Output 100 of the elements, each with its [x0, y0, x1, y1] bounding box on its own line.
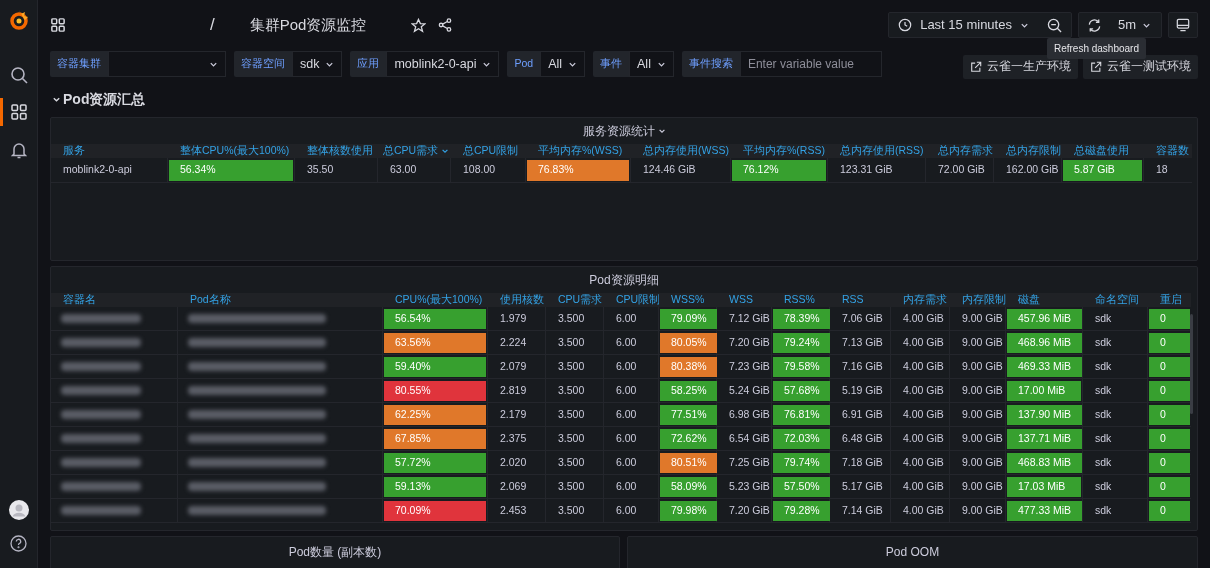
- status-cell: 79.58%: [773, 356, 830, 377]
- external-link-icon: [1090, 61, 1102, 73]
- table-cell-text: 2.224: [500, 334, 527, 350]
- status-cell: 76.12%: [732, 159, 826, 181]
- status-cell: 0: [1149, 476, 1190, 497]
- status-cell: 57.50%: [773, 476, 830, 497]
- sort-icon[interactable]: [441, 147, 450, 155]
- variable-label: Pod: [507, 51, 541, 77]
- table-cell-text: 2.819: [500, 382, 527, 398]
- table-cell-text: sdk: [1095, 334, 1112, 350]
- search-icon[interactable]: [9, 66, 28, 84]
- table-cell-text: 7.06 GiB: [842, 310, 883, 326]
- dashboard-link[interactable]: 云雀一生产环境: [963, 55, 1078, 79]
- status-cell: 5.87 GiB: [1063, 159, 1142, 181]
- table-cell: 35.50: [307, 162, 334, 178]
- status-cell: 67.85%: [384, 428, 486, 449]
- table-cell-text: 9.00 GiB: [962, 454, 1003, 470]
- status-cell: 56.34%: [169, 159, 293, 181]
- status-cell: 80.55%: [384, 380, 486, 401]
- table-cell-text: sdk: [1095, 310, 1112, 326]
- status-cell: 72.03%: [773, 428, 830, 449]
- table-cell-text: 6.00: [616, 430, 637, 446]
- tooltip: Refresh dashboard: [1046, 38, 1146, 59]
- panel-title[interactable]: 服务资源统计: [582, 122, 655, 140]
- zoom-out-icon[interactable]: [1046, 17, 1062, 33]
- status-cell: 70.09%: [384, 500, 486, 521]
- table-cell-text: sdk: [1095, 406, 1112, 422]
- table-cell: moblink2-0-api: [63, 162, 132, 178]
- dashboards-icon[interactable]: [51, 18, 65, 32]
- scrollbar[interactable]: [1190, 314, 1193, 414]
- bell-icon[interactable]: [10, 142, 27, 159]
- table-cell-text: 2.453: [500, 502, 527, 518]
- variable-label: 应用: [350, 51, 387, 77]
- table-cell-text: 7.18 GiB: [842, 454, 883, 470]
- table-cell: 63.00: [390, 162, 417, 178]
- table-cell-text: 5.24 GiB: [729, 382, 770, 398]
- table-cell-text: 6.48 GiB: [842, 430, 883, 446]
- status-cell: 77.51%: [660, 404, 717, 425]
- table-cell-text: 6.98 GiB: [729, 406, 770, 422]
- table-cell-text: 4.00 GiB: [903, 406, 944, 422]
- status-cell: 56.54%: [384, 308, 486, 329]
- table-cell-text: 4.00 GiB: [903, 358, 944, 374]
- table-cell-text: 4.00 GiB: [903, 310, 944, 326]
- table-cell-text: 7.20 GiB: [729, 334, 770, 350]
- refresh-icon[interactable]: [1086, 17, 1102, 33]
- star-icon[interactable]: [411, 17, 427, 33]
- status-cell: 59.40%: [384, 356, 486, 377]
- status-cell: 0: [1149, 332, 1190, 353]
- variable-input[interactable]: Enter variable value: [739, 51, 882, 77]
- table-cell-text: 9.00 GiB: [962, 310, 1003, 326]
- table-cell-text: 6.00: [616, 502, 637, 518]
- row-title[interactable]: Pod资源汇总: [63, 88, 146, 110]
- table-cell-text: 9.00 GiB: [962, 358, 1003, 374]
- table-cell-text: 2.375: [500, 430, 527, 446]
- help-icon[interactable]: [10, 535, 27, 552]
- status-cell: 63.56%: [384, 332, 486, 353]
- table-cell-text: 7.12 GiB: [729, 310, 770, 326]
- panel-title[interactable]: Pod数量 (副本数): [288, 543, 382, 559]
- status-cell: 0: [1149, 356, 1190, 377]
- variable-dropdown[interactable]: All: [629, 51, 674, 77]
- table-cell: 123.31 GiB: [840, 162, 893, 178]
- status-cell: 72.62%: [660, 428, 717, 449]
- share-icon[interactable]: [438, 18, 453, 32]
- table-cell-text: sdk: [1095, 502, 1112, 518]
- status-cell: 0: [1149, 452, 1190, 473]
- status-cell: 0: [1149, 428, 1190, 449]
- variable-dropdown[interactable]: All: [540, 51, 586, 77]
- table-cell-text: 2.069: [500, 478, 527, 494]
- status-cell: 477.33 MiB: [1007, 500, 1083, 521]
- table-cell-text: 4.00 GiB: [903, 454, 944, 470]
- table-cell-text: sdk: [1095, 382, 1112, 398]
- table-cell-text: 5.23 GiB: [729, 478, 770, 494]
- table-cell-text: 3.500: [558, 430, 585, 446]
- panel-title[interactable]: Pod OOM: [885, 543, 940, 559]
- table-cell-text: 2.179: [500, 406, 527, 422]
- table-cell-text: 4.00 GiB: [903, 334, 944, 350]
- panel-title[interactable]: Pod资源明细: [589, 271, 659, 289]
- status-cell: 58.25%: [660, 380, 717, 401]
- tv-icon[interactable]: [1176, 18, 1190, 32]
- table-cell-text: 6.00: [616, 478, 637, 494]
- dashboard-link[interactable]: 云雀一测试环境: [1083, 55, 1198, 79]
- status-cell: 79.24%: [773, 332, 830, 353]
- variable-dropdown[interactable]: sdk: [292, 51, 343, 77]
- status-cell: 76.81%: [773, 404, 830, 425]
- chevron-icon[interactable]: [657, 127, 666, 135]
- table-cell-text: 3.500: [558, 382, 585, 398]
- table-cell-text: 9.00 GiB: [962, 502, 1003, 518]
- table-cell-text: sdk: [1095, 358, 1112, 374]
- status-cell: 79.98%: [660, 500, 717, 521]
- table-cell-text: 5.17 GiB: [842, 478, 883, 494]
- grafana-logo[interactable]: [8, 9, 29, 31]
- table-cell-text: 3.500: [558, 358, 585, 374]
- table-cell-text: 6.00: [616, 406, 637, 422]
- dashboards-icon[interactable]: [10, 104, 27, 120]
- dashboard-title[interactable]: 集群Pod资源监控: [249, 13, 367, 37]
- table-cell-text: 4.00 GiB: [903, 382, 944, 398]
- avatar-icon[interactable]: [8, 500, 29, 520]
- status-cell: 17.00 MiB: [1007, 380, 1081, 401]
- variable-dropdown[interactable]: moblink2-0-api: [386, 51, 500, 77]
- table-cell-text: 3.500: [558, 406, 585, 422]
